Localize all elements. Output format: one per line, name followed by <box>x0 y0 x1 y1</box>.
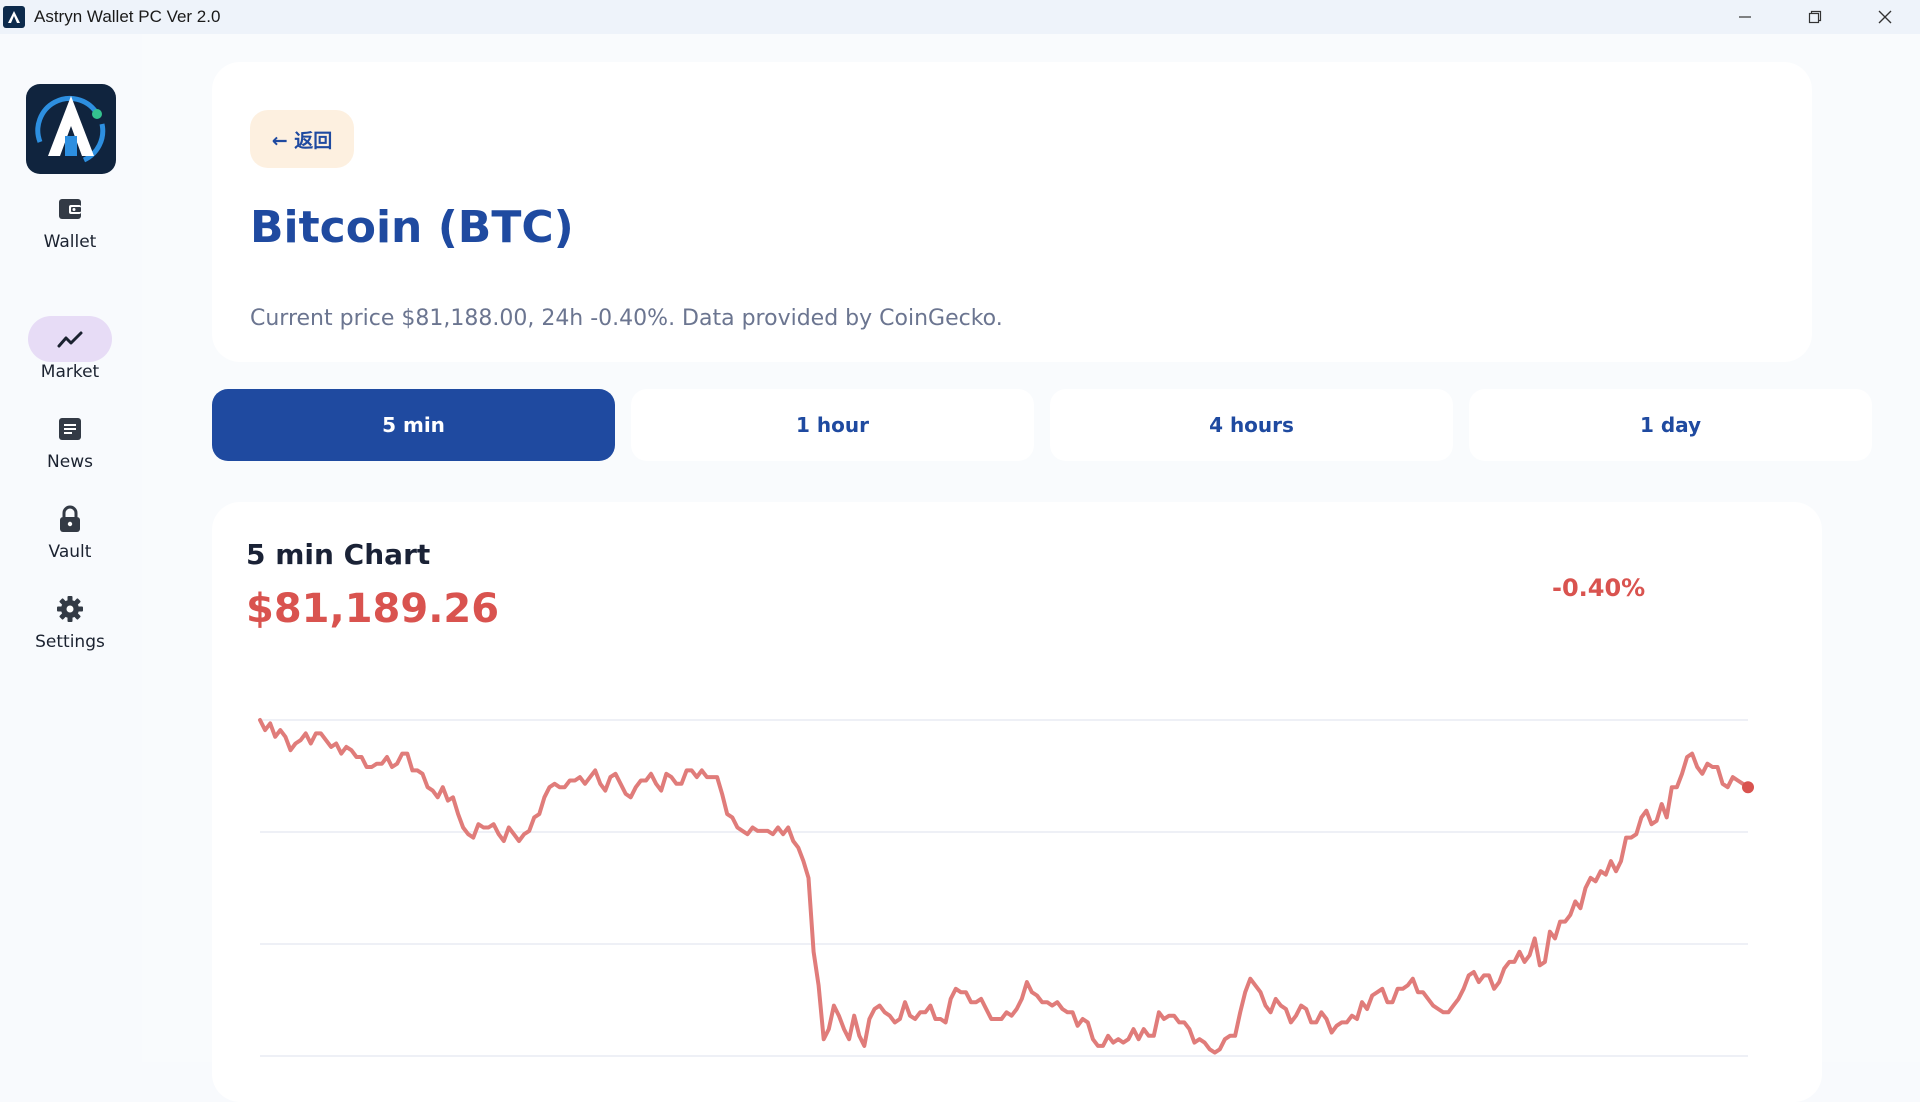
wallet-icon <box>59 199 81 219</box>
page-title: Bitcoin (BTC) <box>250 202 574 253</box>
sidebar: Wallet Market News Vault Settings <box>0 34 142 1062</box>
sidebar-item-market[interactable]: Market <box>0 316 140 382</box>
sidebar-item-label: Wallet <box>43 232 97 252</box>
minimize-icon <box>1739 16 1751 18</box>
tab-4-hours[interactable]: 4 hours <box>1050 389 1453 461</box>
tab-1-day[interactable]: 1 day <box>1469 389 1872 461</box>
restore-button[interactable] <box>1780 0 1850 34</box>
price-line <box>258 718 1750 1055</box>
back-button[interactable]: ← 返回 <box>250 110 354 168</box>
window-controls <box>1710 0 1920 34</box>
lock-icon <box>60 505 80 532</box>
news-icon <box>59 418 81 440</box>
restore-icon <box>1808 10 1822 24</box>
close-button[interactable] <box>1850 0 1920 34</box>
price-summary: Current price $81,188.00, 24h -0.40%. Da… <box>250 306 1003 331</box>
title-bar: Astryn Wallet PC Ver 2.0 <box>0 0 1920 34</box>
timeframe-tabs: 5 min 1 hour 4 hours 1 day <box>212 389 1872 461</box>
main-content: ← 返回 Bitcoin (BTC) Current price $81,188… <box>142 34 1920 1102</box>
sidebar-item-label: Vault <box>48 542 92 562</box>
tab-5-min[interactable]: 5 min <box>212 389 615 461</box>
sidebar-item-settings[interactable]: Settings <box>0 586 140 652</box>
tab-1-hour[interactable]: 1 hour <box>631 389 1034 461</box>
sidebar-item-wallet[interactable]: Wallet <box>0 186 140 252</box>
app-icon <box>3 6 25 28</box>
window-title: Astryn Wallet PC Ver 2.0 <box>34 7 221 26</box>
gear-icon <box>57 596 83 622</box>
sidebar-item-news[interactable]: News <box>0 406 140 472</box>
trend-icon <box>57 331 83 348</box>
sidebar-item-vault[interactable]: Vault <box>0 496 140 562</box>
coin-header-card: ← 返回 Bitcoin (BTC) Current price $81,188… <box>212 62 1812 362</box>
sidebar-item-label: News <box>47 452 93 472</box>
close-icon <box>1878 10 1892 24</box>
astryn-logo[interactable] <box>26 84 116 174</box>
latest-price-point <box>1742 781 1754 794</box>
price-chart[interactable] <box>212 502 1822 1102</box>
minimize-button[interactable] <box>1710 0 1780 34</box>
sidebar-item-label: Settings <box>35 632 105 652</box>
sidebar-item-label: Market <box>40 362 100 382</box>
chart-card: 5 min Chart $81,189.26 -0.40% <box>212 502 1822 1102</box>
